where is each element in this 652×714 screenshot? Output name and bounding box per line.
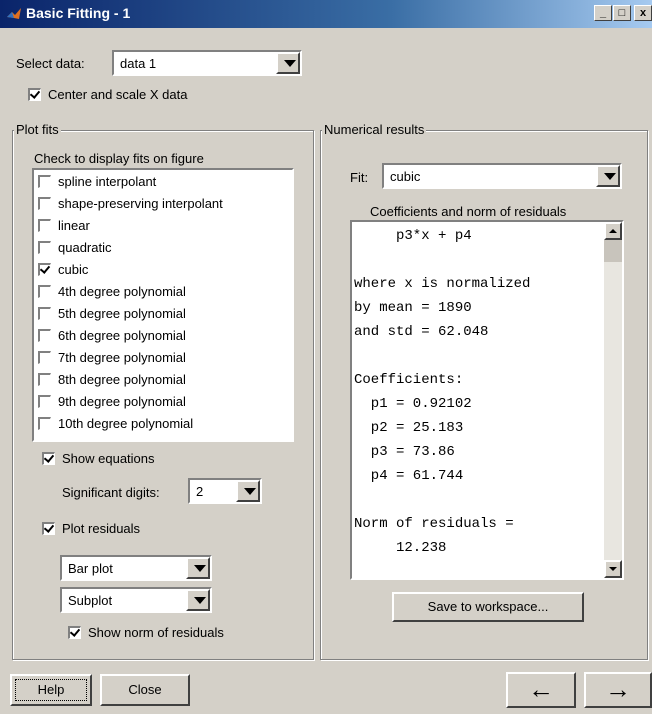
fit-checkbox[interactable] [38, 307, 51, 320]
fit-checkbox[interactable] [38, 373, 51, 386]
scroll-up-button[interactable] [604, 222, 622, 240]
residual-location-value: Subplot [68, 593, 113, 608]
fit-checkbox[interactable] [38, 197, 51, 210]
results-line: by mean = 1890 [354, 300, 472, 316]
select-data-label: Select data: [16, 56, 85, 71]
sig-digits-value: 2 [196, 484, 204, 499]
results-line: p3*x + p4 [354, 228, 472, 244]
show-equations-checkbox[interactable] [42, 452, 55, 465]
close-window-button[interactable]: x [634, 5, 652, 21]
plot-fits-instruction: Check to display fits on figure [34, 151, 204, 166]
residual-location-dropdown[interactable]: Subplot [60, 587, 212, 613]
scroll-down-button[interactable] [604, 560, 622, 578]
fit-checkbox[interactable] [38, 175, 51, 188]
select-data-dropdown[interactable]: data 1 [112, 50, 302, 76]
plot-residuals-checkbox[interactable] [42, 522, 55, 535]
close-button[interactable]: Close [100, 674, 190, 706]
show-equations-label: Show equations [62, 451, 155, 466]
results-line: where x is normalized [354, 276, 531, 292]
fit-checkbox[interactable] [38, 329, 51, 342]
fit-checkbox[interactable] [38, 241, 51, 254]
show-norm-label: Show norm of residuals [88, 625, 224, 640]
chevron-down-icon[interactable] [186, 557, 210, 579]
minimize-button[interactable]: _ [594, 5, 612, 21]
fit-select-dropdown[interactable]: cubic [382, 163, 622, 189]
center-scale-checkbox[interactable] [28, 88, 41, 101]
fit-checkbox[interactable] [38, 263, 51, 276]
back-arrow-button[interactable]: ← [506, 672, 576, 708]
results-line: Norm of residuals = [354, 516, 514, 532]
fit-checkbox[interactable] [38, 351, 51, 364]
fit-select-value: cubic [390, 169, 421, 184]
results-line: 12.238 [354, 540, 447, 556]
show-norm-checkbox[interactable] [68, 626, 81, 639]
save-to-workspace-button[interactable]: Save to workspace... [392, 592, 584, 622]
arrow-down-icon [609, 567, 617, 571]
sig-digits-dropdown[interactable]: 2 [188, 478, 262, 504]
numerical-results-title: Numerical results [322, 122, 427, 137]
scroll-thumb[interactable] [604, 240, 622, 262]
results-line: Coefficients: [354, 372, 464, 388]
sig-digits-label: Significant digits: [62, 485, 160, 500]
fits-list: spline interpolant shape-preserving inte… [32, 168, 294, 442]
fit-checkbox[interactable] [38, 285, 51, 298]
results-line: p2 = 25.183 [354, 420, 464, 436]
fit-checkbox[interactable] [38, 219, 51, 232]
results-line: and std = 62.048 [354, 324, 489, 340]
chevron-down-icon[interactable] [186, 589, 210, 611]
fit-checkbox[interactable] [38, 395, 51, 408]
window-title: Basic Fitting - 1 [26, 5, 131, 21]
arrow-up-icon [609, 229, 617, 233]
coeff-title: Coefficients and norm of residuals [370, 204, 567, 219]
results-textbox[interactable]: p3*x + p4 where x is normalized by mean … [350, 220, 624, 580]
fit-checkbox[interactable] [38, 417, 51, 430]
title-bar: Basic Fitting - 1 _ □ x [0, 0, 652, 28]
maximize-button[interactable]: □ [613, 5, 631, 21]
chevron-down-icon[interactable] [596, 165, 620, 187]
plot-fits-title: Plot fits [14, 122, 61, 137]
residual-plot-type-value: Bar plot [68, 561, 113, 576]
results-scrollbar[interactable] [604, 222, 622, 578]
help-button[interactable]: Help [10, 674, 92, 706]
fit-label: Fit: [350, 170, 369, 185]
results-line: p1 = 0.92102 [354, 396, 472, 412]
center-scale-label: Center and scale X data [48, 87, 188, 102]
matlab-logo-icon [7, 8, 21, 19]
forward-arrow-button[interactable]: → [584, 672, 652, 708]
plot-residuals-label: Plot residuals [62, 521, 141, 536]
results-line: p3 = 73.86 [354, 444, 455, 460]
chevron-down-icon[interactable] [276, 52, 300, 74]
residual-plot-type-dropdown[interactable]: Bar plot [60, 555, 212, 581]
results-line: p4 = 61.744 [354, 468, 464, 484]
chevron-down-icon[interactable] [236, 480, 260, 502]
select-data-value: data 1 [120, 56, 157, 71]
